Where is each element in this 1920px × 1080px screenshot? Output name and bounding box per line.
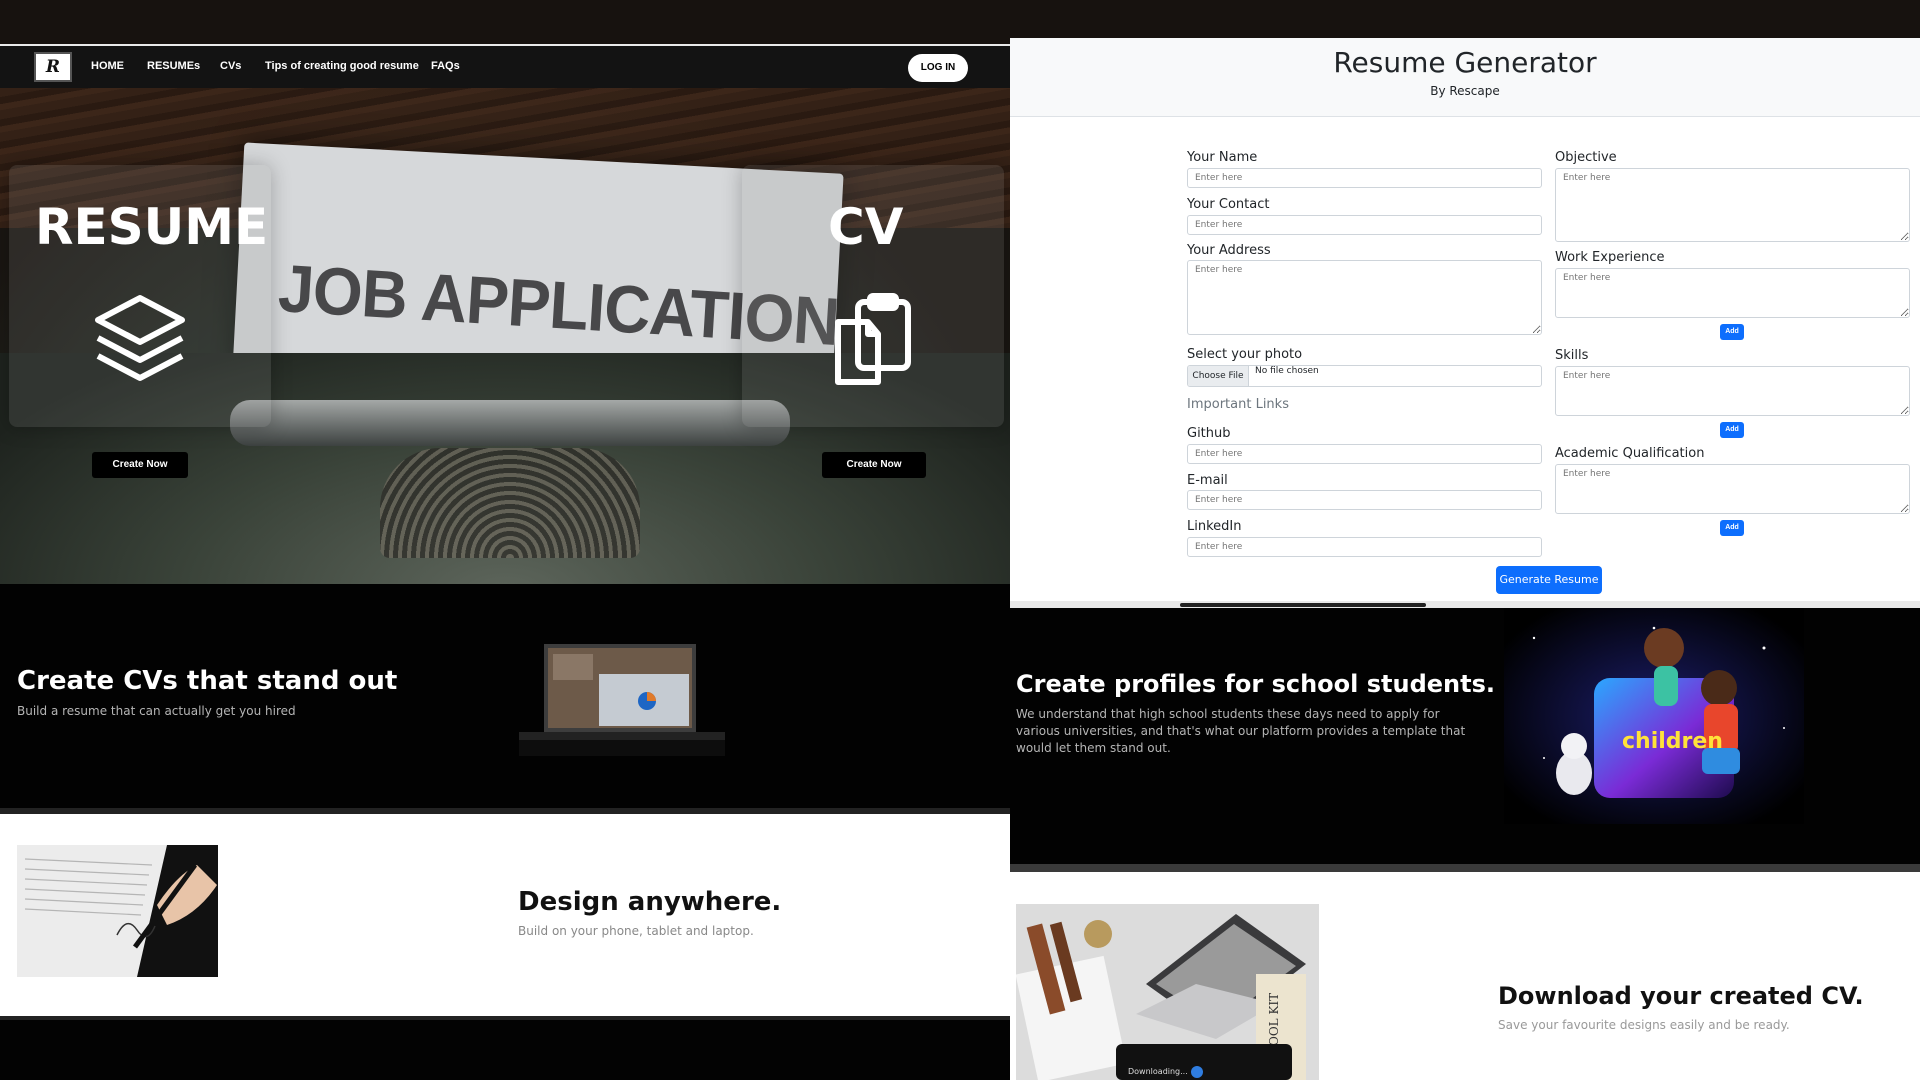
- students-section: Create profiles for school students. We …: [1010, 608, 1920, 864]
- section-title: Create CVs that stand out: [17, 666, 398, 696]
- layers-icon: [92, 290, 188, 386]
- academic-label: Academic Qualification: [1555, 446, 1705, 461]
- photo-file-input[interactable]: Choose File No file chosen: [1187, 365, 1542, 387]
- right-browser-pane: Resume Generator By Rescape Your Name Yo…: [1010, 0, 1920, 1080]
- left-browser-pane: R HOME RESUMEs CVs Tips of creating good…: [0, 0, 1010, 1080]
- section-subtitle: Build a resume that can actually get you…: [17, 704, 296, 718]
- signing-document-image: [17, 845, 218, 977]
- section-body: We understand that high school students …: [1016, 707, 1466, 755]
- nav-link-faqs[interactable]: FAQs: [431, 60, 460, 72]
- resume-generator: Resume Generator By Rescape Your Name Yo…: [1010, 38, 1920, 608]
- linkedin-label: LinkedIn: [1187, 519, 1242, 534]
- cv-card-title: CV: [828, 198, 904, 256]
- github-input[interactable]: [1187, 444, 1542, 464]
- important-links-heading: Important Links: [1187, 397, 1289, 412]
- nav-link-home[interactable]: HOME: [91, 60, 124, 72]
- next-section-band: [0, 1016, 1010, 1080]
- laptop-image: [519, 644, 725, 756]
- add-academic-button[interactable]: Add: [1720, 520, 1744, 536]
- nav-link-tips[interactable]: Tips of creating good resume: [265, 60, 419, 72]
- logo[interactable]: R: [34, 52, 72, 82]
- skills-label: Skills: [1555, 348, 1589, 363]
- resume-card-title: RESUME: [35, 198, 269, 256]
- add-work-button[interactable]: Add: [1720, 324, 1744, 340]
- workspace-image: TOOL KIT Downloading...: [1015, 904, 1319, 1080]
- choose-file-button[interactable]: Choose File: [1188, 366, 1249, 386]
- section-title: Design anywhere.: [518, 887, 782, 917]
- name-input[interactable]: [1187, 168, 1542, 188]
- divider: [1010, 864, 1920, 872]
- login-button[interactable]: LOG IN: [908, 54, 968, 82]
- skills-textarea[interactable]: [1555, 366, 1910, 416]
- email-label: E-mail: [1187, 473, 1228, 488]
- clipboard-icon: [830, 292, 916, 388]
- generator-header: Resume Generator By Rescape: [1010, 38, 1920, 117]
- resume-create-now-button[interactable]: Create Now: [92, 452, 188, 478]
- children-illustration: children: [1504, 608, 1804, 824]
- work-experience-label: Work Experience: [1555, 250, 1665, 265]
- section-subtitle: Save your favourite designs easily and b…: [1498, 1018, 1790, 1032]
- contact-label: Your Contact: [1187, 197, 1270, 212]
- typewriter-keys: [380, 448, 640, 558]
- section-subtitle: Build on your phone, tablet and laptop.: [518, 924, 754, 938]
- work-experience-textarea[interactable]: [1555, 268, 1910, 318]
- page-subtitle: By Rescape: [1430, 84, 1500, 98]
- children-image-text: children: [1622, 729, 1723, 754]
- nav-link-resumes[interactable]: RESUMEs: [147, 60, 200, 72]
- scrollbar-thumb[interactable]: [1180, 603, 1426, 607]
- nav-link-cvs[interactable]: CVs: [220, 60, 241, 72]
- email-input[interactable]: [1187, 490, 1542, 510]
- page-title: Resume Generator: [1333, 46, 1597, 79]
- downloading-caption: Downloading...: [1128, 1067, 1188, 1076]
- objective-label: Objective: [1555, 150, 1617, 165]
- objective-textarea[interactable]: [1555, 168, 1910, 242]
- download-section: TOOL KIT Downloading... Download your cr…: [1010, 872, 1920, 1080]
- section-title: Download your created CV.: [1498, 982, 1864, 1010]
- scrollbar-track[interactable]: [1010, 601, 1920, 608]
- contact-input[interactable]: [1187, 215, 1542, 235]
- address-label: Your Address: [1187, 243, 1271, 258]
- address-textarea[interactable]: [1187, 260, 1542, 335]
- hero-banner: JOB APPLICATION RESUME Create Now CV Cre…: [0, 88, 1010, 584]
- section-title: Create profiles for school students.: [1016, 670, 1496, 698]
- top-navbar: R HOME RESUMEs CVs Tips of creating good…: [0, 44, 1010, 88]
- design-anywhere-section: Design anywhere. Build on your phone, ta…: [0, 814, 1010, 1016]
- cv-feature-section: Create CVs that stand out Build a resume…: [0, 584, 1010, 808]
- generate-resume-button[interactable]: Generate Resume: [1496, 566, 1602, 594]
- name-label: Your Name: [1187, 150, 1258, 165]
- academic-textarea[interactable]: [1555, 464, 1910, 514]
- typewriter-roller: [230, 400, 790, 446]
- add-skill-button[interactable]: Add: [1720, 422, 1744, 438]
- file-status: No file chosen: [1255, 366, 1319, 376]
- cv-create-now-button[interactable]: Create Now: [822, 452, 926, 478]
- linkedin-input[interactable]: [1187, 537, 1542, 557]
- github-label: Github: [1187, 426, 1231, 441]
- photo-label: Select your photo: [1187, 347, 1303, 362]
